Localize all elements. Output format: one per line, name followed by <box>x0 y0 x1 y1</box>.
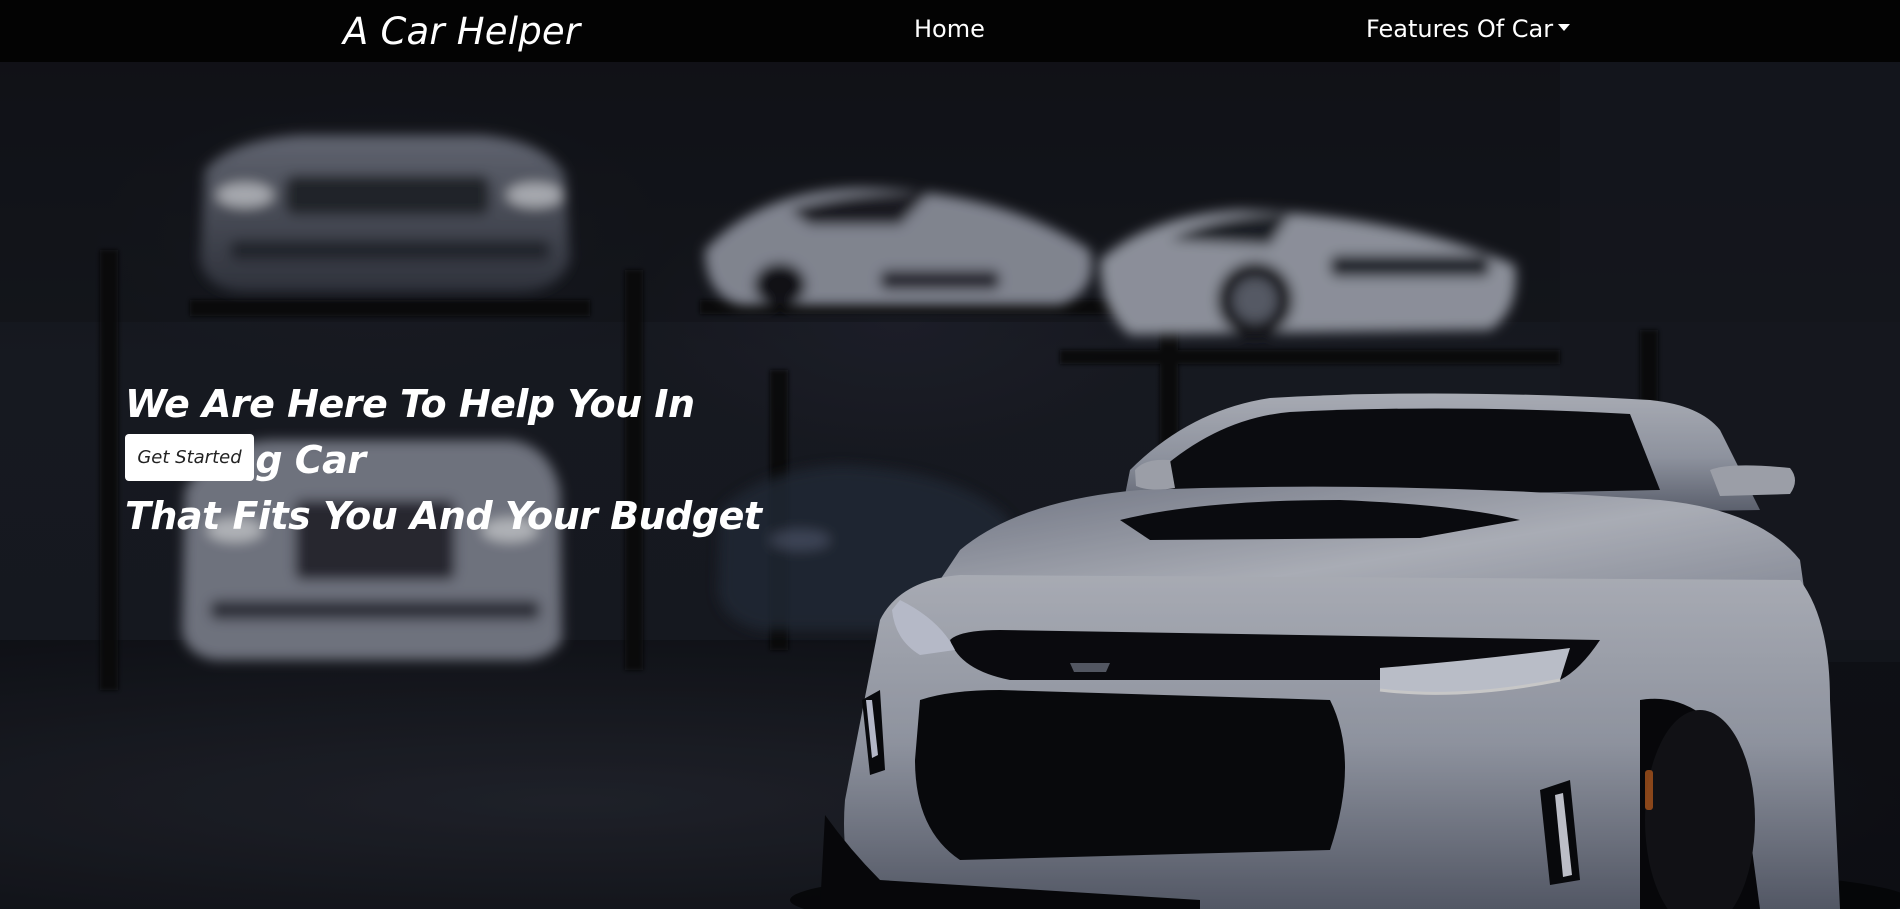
page: A Car Helper Home Features Of Car We Are… <box>0 0 1900 909</box>
caret-down-icon <box>1558 23 1571 31</box>
hero-section: We Are Here To Help You In Finding Car T… <box>0 62 1900 909</box>
brand-logo[interactable]: A Car Helper <box>343 10 580 53</box>
navbar: A Car Helper Home Features Of Car <box>0 0 1900 62</box>
get-started-button[interactable]: Get Started <box>125 434 254 481</box>
nav-features-dropdown[interactable]: Features Of Car <box>1366 15 1571 43</box>
nav-features-label: Features Of Car <box>1366 15 1554 43</box>
nav-home-link[interactable]: Home <box>914 15 985 43</box>
hero-headline-line2: That Fits You And Your Budget <box>125 494 762 538</box>
